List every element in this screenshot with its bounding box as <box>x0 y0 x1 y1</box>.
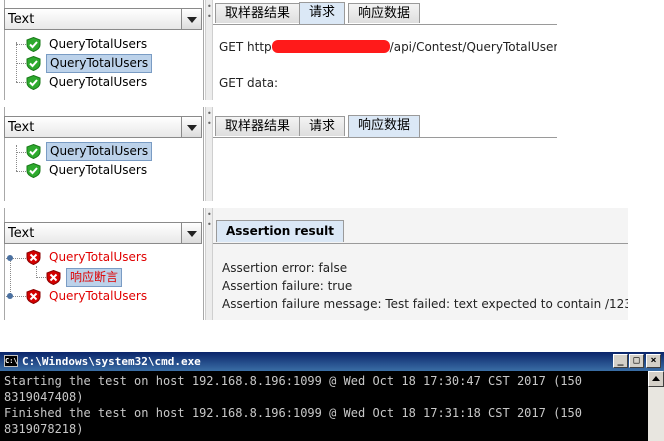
detail-pane: 取样器结果 请求 响应数据 <box>213 107 557 201</box>
console-line: 8319078218) <box>4 422 84 436</box>
green-shield-check-icon <box>26 144 41 159</box>
green-shield-check-icon <box>26 37 41 52</box>
renderer-combo[interactable]: Text <box>4 8 202 30</box>
tab-request[interactable]: 请求 <box>299 2 346 24</box>
close-button[interactable]: × <box>646 354 661 368</box>
vertical-scrollbar[interactable] <box>648 371 664 441</box>
console-line: Starting the test on host 192.168.8.196:… <box>4 374 582 388</box>
assertion-error-line: Assertion error: false <box>222 261 348 275</box>
get-data-label: GET data: <box>219 76 279 90</box>
result-panel-1: Text QueryTotalUsers QueryTotalUsers Que… <box>0 0 557 100</box>
splitter-handle[interactable] <box>205 208 213 320</box>
renderer-combo[interactable]: Text <box>4 222 202 244</box>
minimize-button[interactable]: _ <box>613 354 628 368</box>
green-shield-check-icon <box>26 56 41 71</box>
detail-tabs: 取样器结果 请求 响应数据 <box>213 115 557 138</box>
tab-request[interactable]: 请求 <box>299 116 346 136</box>
green-shield-check-icon <box>26 163 41 178</box>
tab-sampler-result[interactable]: 取样器结果 <box>215 3 301 23</box>
console-line: 8319047408) <box>4 390 84 404</box>
tab-assertion-result[interactable]: Assertion result <box>216 220 345 242</box>
splitter-handle[interactable] <box>205 107 213 201</box>
assertion-failure-line: Assertion failure: true <box>222 279 353 293</box>
detail-tabs: 取样器结果 请求 响应数据 <box>213 2 557 25</box>
scrollbar-track[interactable] <box>648 387 664 441</box>
maximize-button[interactable]: □ <box>629 354 644 368</box>
tab-response-data[interactable]: 响应数据 <box>348 3 421 23</box>
splitter-handle[interactable] <box>205 0 213 100</box>
request-line: GET http/api/Contest/QueryTotalUsers <box>219 40 557 54</box>
result-panel-2: Text QueryTotalUsers QueryTotalUsers 取样器… <box>0 107 557 201</box>
red-shield-x-icon <box>46 270 61 285</box>
renderer-combo[interactable]: Text <box>4 116 202 138</box>
tree-expand-handle-icon[interactable] <box>7 255 13 261</box>
scroll-up-button[interactable] <box>648 371 664 387</box>
cmd-title-bar[interactable]: C:\Windows\system32\cmd.exe _ □ × <box>0 352 664 371</box>
cmd-window: C:\Windows\system32\cmd.exe _ □ × Starti… <box>0 352 664 441</box>
chevron-down-icon[interactable] <box>181 223 201 243</box>
tree-expand-handle-icon[interactable] <box>7 293 13 299</box>
chevron-down-icon[interactable] <box>181 9 201 29</box>
result-panel-3: Text QueryTotalUsers 响应断言 QueryTotalUser… <box>0 208 628 320</box>
green-shield-check-icon <box>26 75 41 90</box>
red-shield-x-icon <box>26 250 41 265</box>
cmd-app-icon <box>4 352 18 371</box>
console-output: Starting the test on host 192.168.8.196:… <box>4 373 646 437</box>
cmd-window-title: C:\Windows\system32\cmd.exe <box>22 355 201 368</box>
result-tree-pane: Text QueryTotalUsers 响应断言 QueryTotalUser… <box>0 208 205 320</box>
redaction-mark <box>271 40 390 53</box>
detail-pane: 取样器结果 请求 响应数据 GET http/api/Contest/Query… <box>213 0 557 100</box>
assertion-tabs: Assertion result <box>213 220 628 244</box>
result-tree-pane: Text QueryTotalUsers QueryTotalUsers Que… <box>0 0 205 100</box>
tab-response-data[interactable]: 响应数据 <box>348 115 421 137</box>
tab-sampler-result[interactable]: 取样器结果 <box>215 116 301 136</box>
result-tree-pane: Text QueryTotalUsers QueryTotalUsers <box>0 107 205 201</box>
chevron-down-icon[interactable] <box>181 117 201 137</box>
console-line: Finished the test on host 192.168.8.196:… <box>4 406 582 420</box>
assertion-pane: Assertion result Assertion error: false … <box>213 208 628 320</box>
red-shield-x-icon <box>26 289 41 304</box>
assertion-message-line: Assertion failure message: Test failed: … <box>222 297 628 311</box>
